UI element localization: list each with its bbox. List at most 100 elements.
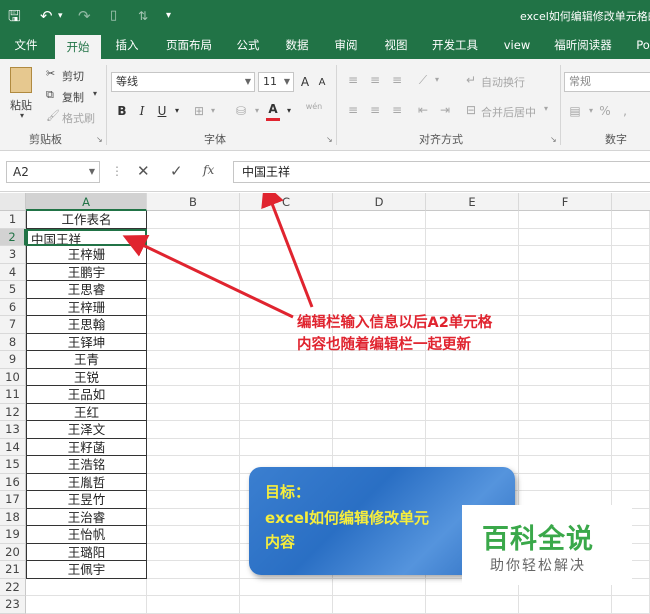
font-name-select[interactable]: 等线 ▼ (111, 72, 255, 92)
font-launcher-icon[interactable]: ↘ (326, 135, 333, 144)
enter-check-icon[interactable]: ✓ (170, 162, 183, 180)
clipboard-group-label: 剪贴板 (29, 133, 62, 146)
alignment-group-label: 对齐方式 (419, 133, 463, 146)
paste-icon[interactable] (10, 67, 32, 93)
cut-button[interactable]: 剪切 (62, 68, 84, 84)
divider (106, 65, 107, 145)
print-preview-icon[interactable]: ▯ (110, 6, 117, 26)
insert-function-button[interactable]: fx (203, 163, 214, 177)
arrow-to-formula-bar (261, 193, 314, 308)
align-bottom-icon[interactable]: ≡ (388, 71, 406, 89)
fill-color-dropdown-icon[interactable]: ▾ (252, 102, 262, 120)
goal-line: excel如何编辑修改单元 (265, 509, 430, 527)
orientation-dropdown-icon[interactable]: ▾ (432, 71, 442, 89)
number-format-select[interactable]: 常规 (564, 72, 650, 92)
more-options-icon: ⋮ (111, 164, 123, 178)
align-left-icon[interactable]: ≡ (344, 101, 362, 119)
number-format-value: 常规 (569, 75, 591, 88)
formula-bar: A2 ▼ ⋮ ✕ ✓ fx 中国王祥 (0, 152, 650, 192)
border-icon[interactable]: ⊞ (190, 102, 208, 120)
orientation-icon[interactable]: ⟋ (414, 71, 432, 89)
underline-dropdown-icon[interactable]: ▾ (172, 102, 182, 120)
copy-dropdown-icon[interactable]: ▾ (93, 89, 97, 98)
cancel-icon[interactable]: ✕ (137, 162, 150, 180)
goal-line: 内容 (265, 533, 296, 551)
chevron-down-icon[interactable]: ▼ (89, 162, 95, 182)
save-icon[interactable]: 🖫 (8, 6, 21, 26)
bold-button[interactable]: B (114, 102, 130, 120)
chevron-down-icon: ▼ (244, 77, 251, 86)
copy-icon[interactable]: ⧉ (46, 88, 54, 102)
window-title: excel如何编辑修改单元格的 (520, 10, 650, 23)
tab-page-layout[interactable]: 页面布局 (158, 32, 220, 59)
red-annotation-line: 内容也随着编辑栏一起更新 (297, 337, 471, 353)
tab-developer[interactable]: 开发工具 (425, 32, 485, 59)
font-color-dropdown-icon[interactable]: ▾ (284, 102, 294, 120)
tab-home[interactable]: 开始 (55, 35, 101, 59)
merge-center-icon[interactable]: ⊟ (462, 101, 480, 119)
wrap-text-button[interactable]: 自动换行 (481, 74, 525, 90)
undo-dropdown-icon[interactable]: ▾ (58, 6, 63, 26)
number-group-label: 数字 (605, 133, 627, 146)
tab-po[interactable]: Po (628, 32, 650, 59)
font-color-button[interactable]: A (266, 100, 280, 121)
align-right-icon[interactable]: ≡ (388, 101, 406, 119)
paste-dropdown-icon[interactable]: ▾ (20, 111, 24, 120)
accounting-dropdown-icon[interactable]: ▾ (586, 102, 596, 120)
merge-dropdown-icon[interactable]: ▾ (544, 104, 548, 113)
increase-indent-icon[interactable]: ⇥ (436, 101, 454, 119)
chevron-down-icon: ▼ (283, 77, 290, 86)
watermark-main: 百科全说 (482, 524, 594, 555)
clipboard-launcher-icon[interactable]: ↘ (96, 135, 103, 144)
shrink-font-button[interactable]: A (315, 74, 329, 92)
align-top-icon[interactable]: ≡ (344, 71, 362, 89)
alignment-launcher-icon[interactable]: ↘ (550, 135, 557, 144)
undo-icon[interactable]: ↶ (40, 6, 53, 26)
ribbon: 粘贴 ▾ ✂ 剪切 ⧉ 复制 ▾ 🖌 格式刷 剪贴板 ↘ 等线 ▼ 11 ▼ A A… (0, 59, 650, 151)
decrease-indent-icon[interactable]: ⇤ (414, 101, 432, 119)
align-center-icon[interactable]: ≡ (366, 101, 384, 119)
merge-center-button[interactable]: 合并后居中 (481, 104, 536, 120)
red-annotation: 编辑栏输入信息以后A2单元格 内容也随着编辑栏一起更新 (297, 312, 492, 356)
red-annotation-line: 编辑栏输入信息以后A2单元格 (297, 315, 493, 331)
border-dropdown-icon[interactable]: ▾ (208, 102, 218, 120)
format-painter-icon: 🖌 (46, 109, 60, 122)
tab-view[interactable]: 视图 (376, 32, 416, 59)
accounting-format-icon[interactable]: ▤ (566, 102, 584, 120)
cut-icon[interactable]: ✂ (46, 67, 55, 80)
comma-button[interactable]: , (620, 102, 630, 120)
font-name-value: 等线 (116, 75, 138, 88)
format-painter-button[interactable]: 格式刷 (62, 110, 95, 126)
percent-button[interactable]: % (598, 102, 612, 120)
customize-toolbar-icon[interactable]: ▾ (166, 6, 171, 26)
phonetic-guide-button[interactable]: wén (302, 98, 326, 116)
formula-input[interactable]: 中国王祥 (233, 161, 650, 183)
italic-button[interactable]: I (134, 102, 150, 120)
wrap-text-icon[interactable]: ↵ (462, 71, 480, 89)
divider (336, 65, 337, 145)
underline-button[interactable]: U (154, 102, 170, 120)
redo-icon: ↷ (78, 7, 91, 25)
name-box[interactable]: A2 ▼ (6, 161, 100, 183)
tab-foxit-reader[interactable]: 福昕阅读器 (548, 32, 618, 59)
tab-file[interactable]: 文件 (6, 32, 46, 59)
name-box-value: A2 (13, 165, 29, 179)
grow-font-button[interactable]: A (298, 73, 312, 91)
ribbon-tabs: 文件 开始 插入 页面布局 公式 数据 审阅 视图 开发工具 view 福昕阅读… (0, 32, 650, 59)
tab-insert[interactable]: 插入 (107, 32, 147, 59)
sort-icon[interactable]: ⇅ (138, 6, 148, 26)
watermark-sub: 助你轻松解决 (490, 558, 586, 574)
font-size-select[interactable]: 11 ▼ (258, 72, 294, 92)
tab-view-en[interactable]: view (497, 32, 537, 59)
fill-color-icon[interactable]: ⛁ (232, 102, 250, 120)
tab-review[interactable]: 审阅 (326, 32, 366, 59)
goal-line: 目标： (265, 483, 311, 501)
watermark-logo: 百科全说 助你轻松解决 (462, 505, 632, 585)
tab-formulas[interactable]: 公式 (228, 32, 268, 59)
arrow-to-a2 (122, 234, 294, 319)
copy-button[interactable]: 复制 (62, 89, 84, 105)
divider (560, 65, 561, 145)
font-size-value: 11 (263, 75, 277, 88)
tab-data[interactable]: 数据 (277, 32, 317, 59)
align-middle-icon[interactable]: ≡ (366, 71, 384, 89)
